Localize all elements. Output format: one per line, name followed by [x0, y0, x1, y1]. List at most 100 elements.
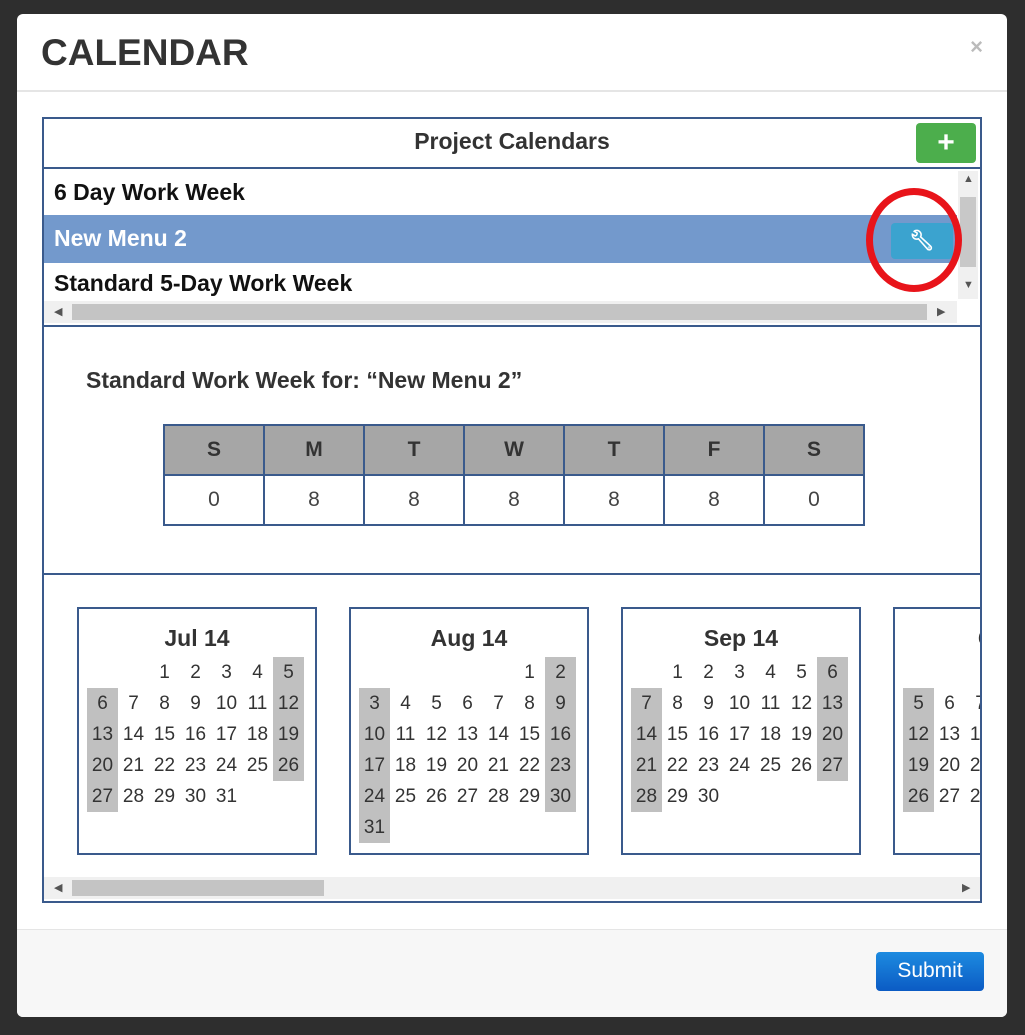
scrollbar-thumb[interactable] [72, 304, 927, 320]
calendar-day[interactable]: 26 [786, 750, 817, 781]
calendar-day[interactable]: 24 [211, 750, 242, 781]
calendar-day[interactable]: 20 [87, 750, 118, 781]
calendar-day[interactable]: 4 [755, 657, 786, 688]
calendar-day[interactable]: 19 [421, 750, 452, 781]
weekday-hours[interactable]: 0 [163, 474, 265, 526]
calendar-day[interactable]: 12 [786, 688, 817, 719]
calendar-day[interactable]: 19 [273, 719, 304, 750]
calendar-day[interactable]: 2 [693, 657, 724, 688]
calendar-day[interactable]: 14 [483, 719, 514, 750]
calendar-day[interactable]: 27 [934, 781, 965, 812]
calendar-day[interactable]: 3 [211, 657, 242, 688]
calendar-day[interactable]: 7 [631, 688, 662, 719]
calendar-day[interactable]: 20 [934, 750, 965, 781]
calendar-day[interactable]: 4 [390, 688, 421, 719]
calendar-day[interactable]: 12 [273, 688, 304, 719]
calendar-day[interactable]: 12 [903, 719, 934, 750]
calendar-day[interactable]: 25 [242, 750, 273, 781]
calendar-day[interactable]: 29 [662, 781, 693, 812]
calendar-day[interactable]: 3 [724, 657, 755, 688]
scroll-down-icon[interactable]: ▼ [963, 279, 974, 291]
calendar-day[interactable]: 28 [631, 781, 662, 812]
calendar-day[interactable]: 8 [514, 688, 545, 719]
calendar-day[interactable]: 29 [149, 781, 180, 812]
calendar-day[interactable]: 23 [180, 750, 211, 781]
scroll-right-icon[interactable]: ▶ [962, 881, 970, 894]
calendar-day[interactable]: 12 [421, 719, 452, 750]
calendar-day[interactable]: 5 [903, 688, 934, 719]
list-item-selected[interactable]: New Menu 2 🔧︎ [44, 215, 957, 263]
calendar-day[interactable]: 9 [180, 688, 211, 719]
calendar-day[interactable]: 4 [242, 657, 273, 688]
calendar-day[interactable]: 16 [545, 719, 576, 750]
calendar-day[interactable]: 3 [359, 688, 390, 719]
calendar-day[interactable]: 25 [390, 781, 421, 812]
calendar-day[interactable]: 30 [180, 781, 211, 812]
scrollbar-thumb[interactable] [960, 197, 976, 267]
calendar-day[interactable]: 9 [545, 688, 576, 719]
calendar-day[interactable]: 14 [631, 719, 662, 750]
calendar-day[interactable]: 21 [483, 750, 514, 781]
calendar-day[interactable]: 27 [87, 781, 118, 812]
weekday-hours[interactable]: 8 [463, 474, 565, 526]
calendar-day[interactable]: 23 [693, 750, 724, 781]
calendar-day[interactable]: 6 [452, 688, 483, 719]
calendar-day[interactable]: 5 [786, 657, 817, 688]
weekday-hours[interactable]: 8 [363, 474, 465, 526]
calendar-day[interactable]: 20 [817, 719, 848, 750]
calendar-day[interactable]: 18 [242, 719, 273, 750]
calendar-day[interactable]: 15 [662, 719, 693, 750]
calendar-day[interactable]: 11 [755, 688, 786, 719]
calendar-day[interactable]: 1 [149, 657, 180, 688]
calendar-day[interactable]: 17 [724, 719, 755, 750]
calendar-day[interactable]: 11 [390, 719, 421, 750]
calendar-day[interactable]: 18 [390, 750, 421, 781]
scroll-left-icon[interactable]: ◀ [54, 305, 62, 318]
calendar-day[interactable]: 26 [273, 750, 304, 781]
calendar-day[interactable]: 5 [421, 688, 452, 719]
calendar-day[interactable]: 30 [545, 781, 576, 812]
scrollbar-thumb[interactable] [72, 880, 324, 896]
vertical-scrollbar[interactable]: ▲ ▼ [958, 171, 978, 299]
calendar-day[interactable]: 30 [693, 781, 724, 812]
calendar-day[interactable]: 31 [359, 812, 390, 843]
calendar-day[interactable]: 8 [149, 688, 180, 719]
calendar-day[interactable]: 19 [786, 719, 817, 750]
calendar-day[interactable]: 24 [359, 781, 390, 812]
calendar-day[interactable]: 22 [149, 750, 180, 781]
calendar-day[interactable]: 31 [211, 781, 242, 812]
calendar-day[interactable]: 10 [724, 688, 755, 719]
calendar-day[interactable]: 27 [452, 781, 483, 812]
weekday-hours[interactable]: 8 [263, 474, 365, 526]
calendar-day[interactable]: 13 [452, 719, 483, 750]
calendar-day[interactable]: 22 [514, 750, 545, 781]
calendar-day[interactable]: 26 [421, 781, 452, 812]
calendar-day[interactable]: 25 [755, 750, 786, 781]
calendar-day[interactable]: 10 [211, 688, 242, 719]
calendar-day[interactable]: 22 [662, 750, 693, 781]
horizontal-scrollbar[interactable]: ◀ ▶ [44, 301, 957, 323]
calendar-day[interactable]: 1 [514, 657, 545, 688]
calendar-day[interactable]: 15 [514, 719, 545, 750]
calendar-day[interactable]: 13 [87, 719, 118, 750]
calendar-day[interactable]: 6 [817, 657, 848, 688]
calendar-day[interactable]: 6 [87, 688, 118, 719]
calendar-day[interactable]: 29 [514, 781, 545, 812]
scroll-left-icon[interactable]: ◀ [54, 881, 62, 894]
calendar-day[interactable]: 2 [545, 657, 576, 688]
calendar-day[interactable]: 14 [965, 719, 980, 750]
calendar-day[interactable]: 21 [965, 750, 980, 781]
edit-calendar-button[interactable]: 🔧︎ [891, 223, 953, 259]
calendar-day[interactable]: 20 [452, 750, 483, 781]
calendar-day[interactable]: 5 [273, 657, 304, 688]
calendar-day[interactable]: 7 [483, 688, 514, 719]
calendar-day[interactable]: 19 [903, 750, 934, 781]
calendar-day[interactable]: 8 [662, 688, 693, 719]
weekday-hours[interactable]: 8 [563, 474, 665, 526]
calendar-day[interactable]: 16 [693, 719, 724, 750]
calendar-day[interactable]: 23 [545, 750, 576, 781]
calendar-day[interactable]: 21 [118, 750, 149, 781]
close-icon[interactable]: × [970, 34, 983, 60]
calendar-day[interactable]: 28 [483, 781, 514, 812]
calendar-day[interactable]: 17 [211, 719, 242, 750]
